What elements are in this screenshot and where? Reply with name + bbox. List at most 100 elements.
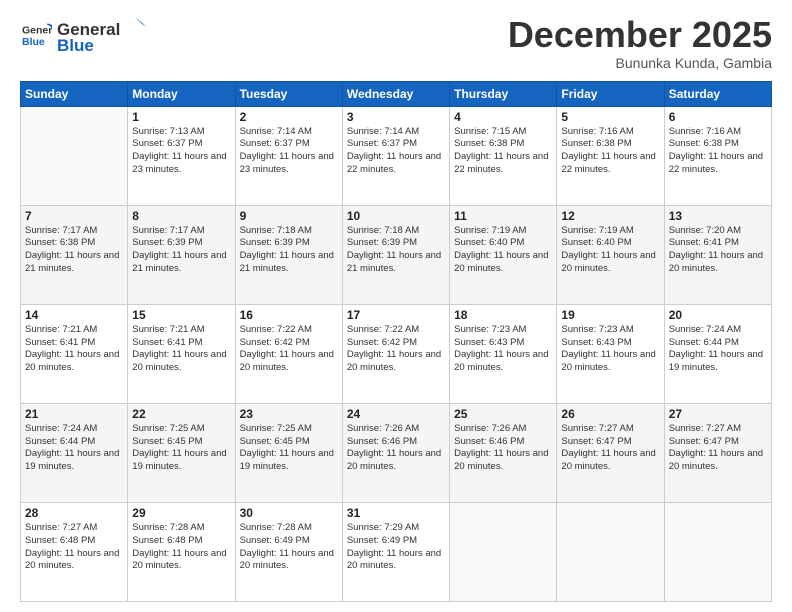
calendar-cell: 23Sunrise: 7:25 AM Sunset: 6:45 PM Dayli… — [235, 403, 342, 502]
calendar-cell: 25 Sunrise: 7:26 AM Sunset: 6:46 PM Dayli… — [450, 403, 557, 502]
cell-info: Sunrise: 7:16 AM Sunset: 6:38 PM Dayligh… — [669, 126, 767, 177]
cell-info: Sunrise: 7:24 AM Sunset: 6:44 PM Dayligh… — [669, 324, 767, 375]
calendar-cell — [450, 502, 557, 601]
calendar-cell: 3Sunrise: 7:14 AM Sunset: 6:37 PM Daylig… — [342, 106, 449, 205]
day-number: 30 — [240, 506, 338, 520]
calendar-week-3: 14 Sunrise: 7:21 AM Sunset: 6:41 PM Dayli… — [21, 304, 772, 403]
calendar-header-wednesday: Wednesday — [342, 81, 449, 106]
calendar-cell: 16 Sunrise: 7:22 AM Sunset: 6:42 PM Dayli… — [235, 304, 342, 403]
calendar-cell — [557, 502, 664, 601]
day-number: 9 — [240, 209, 338, 223]
logo-svg: General Blue — [57, 15, 147, 55]
logo-icon: General Blue — [22, 20, 52, 50]
cell-info: Sunrise: 7:24 AM Sunset: 6:44 PM Dayligh… — [25, 423, 123, 474]
calendar-cell: 1Sunrise: 7:13 AM Sunset: 6:37 PM Daylig… — [128, 106, 235, 205]
calendar-header-sunday: Sunday — [21, 81, 128, 106]
day-number: 29 — [132, 506, 230, 520]
cell-info: Sunrise: 7:28 AM Sunset: 6:49 PM Dayligh… — [240, 522, 338, 573]
day-number: 6 — [669, 110, 767, 124]
day-number: 19 — [561, 308, 659, 322]
cell-info: Sunrise: 7:18 AM Sunset: 6:39 PM Dayligh… — [347, 225, 445, 276]
day-number: 20 — [669, 308, 767, 322]
calendar-header-saturday: Saturday — [664, 81, 771, 106]
calendar-cell: 29Sunrise: 7:28 AM Sunset: 6:48 PM Dayli… — [128, 502, 235, 601]
cell-info: Sunrise: 7:17 AM Sunset: 6:39 PM Dayligh… — [132, 225, 230, 276]
calendar-cell: 6 Sunrise: 7:16 AM Sunset: 6:38 PM Daylig… — [664, 106, 771, 205]
calendar-cell: 7Sunrise: 7:17 AM Sunset: 6:38 PM Daylig… — [21, 205, 128, 304]
svg-text:Blue: Blue — [57, 36, 94, 55]
cell-info: Sunrise: 7:19 AM Sunset: 6:40 PM Dayligh… — [454, 225, 552, 276]
calendar-cell: 22 Sunrise: 7:25 AM Sunset: 6:45 PM Dayli… — [128, 403, 235, 502]
calendar-cell: 8 Sunrise: 7:17 AM Sunset: 6:39 PM Daylig… — [128, 205, 235, 304]
cell-info: Sunrise: 7:21 AM Sunset: 6:41 PM Dayligh… — [132, 324, 230, 375]
cell-info: Sunrise: 7:22 AM Sunset: 6:42 PM Dayligh… — [347, 324, 445, 375]
day-number: 18 — [454, 308, 552, 322]
calendar-week-4: 21 Sunrise: 7:24 AM Sunset: 6:44 PM Dayli… — [21, 403, 772, 502]
day-number: 27 — [669, 407, 767, 421]
logo: General Blue General Blue — [20, 15, 147, 55]
cell-info: Sunrise: 7:26 AM Sunset: 6:46 PM Dayligh… — [454, 423, 552, 474]
day-number: 16 — [240, 308, 338, 322]
cell-info: Sunrise: 7:13 AM Sunset: 6:37 PM Dayligh… — [132, 126, 230, 177]
calendar-cell: 2Sunrise: 7:14 AM Sunset: 6:37 PM Daylig… — [235, 106, 342, 205]
day-number: 26 — [561, 407, 659, 421]
day-number: 14 — [25, 308, 123, 322]
cell-info: Sunrise: 7:16 AM Sunset: 6:38 PM Dayligh… — [561, 126, 659, 177]
calendar-week-2: 7Sunrise: 7:17 AM Sunset: 6:38 PM Daylig… — [21, 205, 772, 304]
calendar-cell: 9 Sunrise: 7:18 AM Sunset: 6:39 PM Daylig… — [235, 205, 342, 304]
day-number: 21 — [25, 407, 123, 421]
calendar-cell: 27Sunrise: 7:27 AM Sunset: 6:47 PM Dayli… — [664, 403, 771, 502]
cell-info: Sunrise: 7:27 AM Sunset: 6:48 PM Dayligh… — [25, 522, 123, 573]
cell-info: Sunrise: 7:14 AM Sunset: 6:37 PM Dayligh… — [240, 126, 338, 177]
title-area: December 2025 Bununka Kunda, Gambia — [508, 15, 772, 71]
calendar-cell: 14 Sunrise: 7:21 AM Sunset: 6:41 PM Dayli… — [21, 304, 128, 403]
calendar-cell: 24 Sunrise: 7:26 AM Sunset: 6:46 PM Dayli… — [342, 403, 449, 502]
calendar-cell: 10 Sunrise: 7:18 AM Sunset: 6:39 PM Dayli… — [342, 205, 449, 304]
svg-text:Blue: Blue — [22, 36, 45, 48]
day-number: 13 — [669, 209, 767, 223]
cell-info: Sunrise: 7:25 AM Sunset: 6:45 PM Dayligh… — [132, 423, 230, 474]
day-number: 3 — [347, 110, 445, 124]
calendar-table: SundayMondayTuesdayWednesdayThursdayFrid… — [20, 81, 772, 602]
day-number: 8 — [132, 209, 230, 223]
calendar-cell: 18 Sunrise: 7:23 AM Sunset: 6:43 PM Dayli… — [450, 304, 557, 403]
calendar-header-thursday: Thursday — [450, 81, 557, 106]
calendar-header-tuesday: Tuesday — [235, 81, 342, 106]
calendar-cell — [664, 502, 771, 601]
cell-info: Sunrise: 7:21 AM Sunset: 6:41 PM Dayligh… — [25, 324, 123, 375]
day-number: 28 — [25, 506, 123, 520]
day-number: 22 — [132, 407, 230, 421]
cell-info: Sunrise: 7:19 AM Sunset: 6:40 PM Dayligh… — [561, 225, 659, 276]
calendar-week-5: 28 Sunrise: 7:27 AM Sunset: 6:48 PM Dayli… — [21, 502, 772, 601]
calendar-cell: 13 Sunrise: 7:20 AM Sunset: 6:41 PM Dayli… — [664, 205, 771, 304]
day-number: 23 — [240, 407, 338, 421]
calendar-cell: 17 Sunrise: 7:22 AM Sunset: 6:42 PM Dayli… — [342, 304, 449, 403]
cell-info: Sunrise: 7:26 AM Sunset: 6:46 PM Dayligh… — [347, 423, 445, 474]
header: General Blue General Blue December 2025 … — [20, 15, 772, 71]
day-number: 5 — [561, 110, 659, 124]
day-number: 15 — [132, 308, 230, 322]
cell-info: Sunrise: 7:23 AM Sunset: 6:43 PM Dayligh… — [561, 324, 659, 375]
day-number: 11 — [454, 209, 552, 223]
calendar-cell: 26Sunrise: 7:27 AM Sunset: 6:47 PM Dayli… — [557, 403, 664, 502]
cell-info: Sunrise: 7:20 AM Sunset: 6:41 PM Dayligh… — [669, 225, 767, 276]
calendar-cell: 4Sunrise: 7:15 AM Sunset: 6:38 PM Daylig… — [450, 106, 557, 205]
day-number: 17 — [347, 308, 445, 322]
day-number: 25 — [454, 407, 552, 421]
subtitle: Bununka Kunda, Gambia — [508, 55, 772, 71]
day-number: 24 — [347, 407, 445, 421]
calendar-cell: 21 Sunrise: 7:24 AM Sunset: 6:44 PM Dayli… — [21, 403, 128, 502]
month-title: December 2025 — [508, 15, 772, 55]
calendar-cell: 15 Sunrise: 7:21 AM Sunset: 6:41 PM Dayli… — [128, 304, 235, 403]
svg-text:General: General — [22, 25, 52, 37]
cell-info: Sunrise: 7:22 AM Sunset: 6:42 PM Dayligh… — [240, 324, 338, 375]
calendar-header-monday: Monday — [128, 81, 235, 106]
calendar-cell — [21, 106, 128, 205]
day-number: 4 — [454, 110, 552, 124]
day-number: 10 — [347, 209, 445, 223]
cell-info: Sunrise: 7:18 AM Sunset: 6:39 PM Dayligh… — [240, 225, 338, 276]
cell-info: Sunrise: 7:23 AM Sunset: 6:43 PM Dayligh… — [454, 324, 552, 375]
calendar-cell: 20 Sunrise: 7:24 AM Sunset: 6:44 PM Dayli… — [664, 304, 771, 403]
calendar-header-friday: Friday — [557, 81, 664, 106]
calendar-header-row: SundayMondayTuesdayWednesdayThursdayFrid… — [21, 81, 772, 106]
